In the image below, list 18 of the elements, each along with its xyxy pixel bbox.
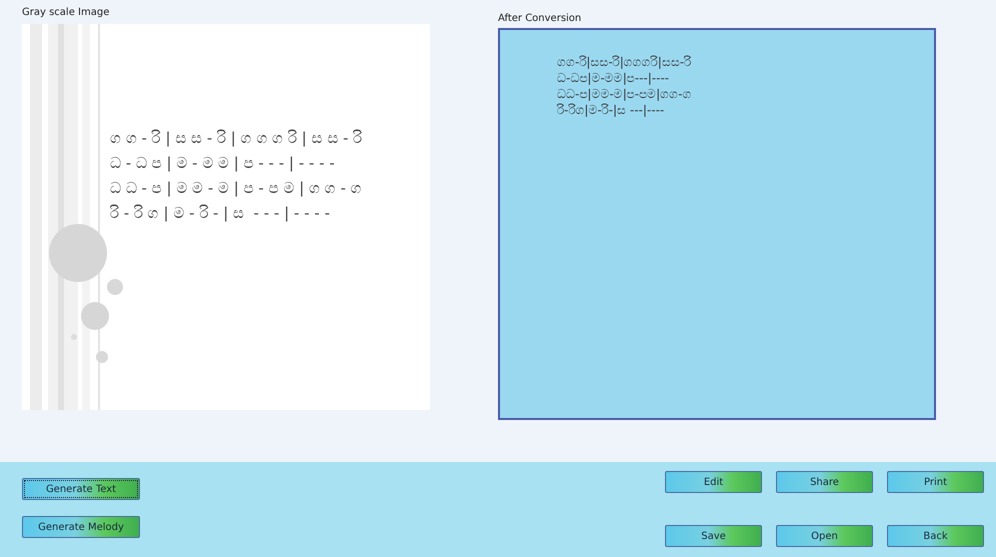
notation-line: ධ ධ - ප | ම ම - ම | ප - ප ම | ග ග - ග [110, 178, 362, 199]
action-button[interactable]: Edit [665, 471, 762, 493]
panel-title: Gray scale Image [22, 6, 110, 20]
notation-line: ධ - ධ ප | ම - ම ම | ප - - - | - - - - [110, 153, 336, 174]
action-button[interactable]: Share [776, 471, 873, 493]
action-button[interactable]: Print [887, 471, 984, 493]
converted-line: රි-රිග|ම-රි-|ස ---|---- [557, 102, 666, 118]
generate-button[interactable]: Generate Text [22, 478, 140, 500]
notation-line: ග ග - රි | ස ස - රි | ග ග ග රි | ස ස - රි [110, 128, 362, 149]
converted-line: ධ-ධප|ම-මම|ප---|---- [557, 70, 670, 86]
converted-line: ගග-රි|සස-රි|ගගගරි|සස-රි [557, 54, 692, 70]
panel-title: After Conversion [498, 12, 582, 26]
action-button[interactable]: Open [776, 525, 873, 547]
action-button[interactable]: Back [887, 525, 984, 547]
notation-line: රි - රි ග | ම - රි - | ස - - - | - - - - [110, 203, 331, 224]
converted-line: ධධ-ප|මම-ම|ප-පම|ගග-ග [557, 86, 692, 102]
generate-button[interactable]: Generate Melody [22, 516, 140, 538]
action-button[interactable]: Save [665, 525, 762, 547]
